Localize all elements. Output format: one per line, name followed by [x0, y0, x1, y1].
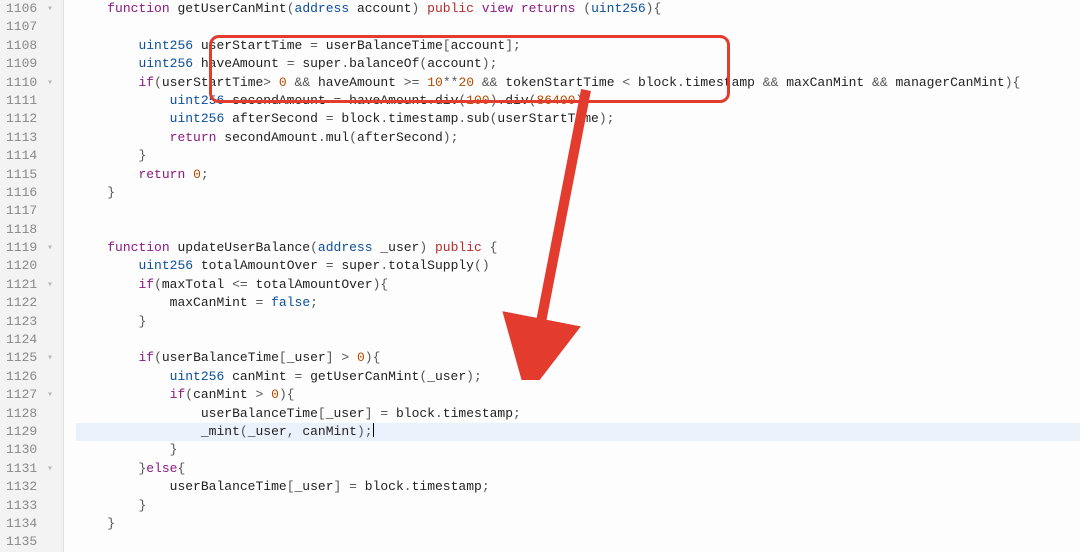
code-line[interactable]	[76, 221, 1080, 239]
line-number: 1107	[6, 18, 55, 36]
code-line[interactable]	[76, 331, 1080, 349]
line-number: 1110 ▾	[6, 74, 55, 92]
code-line[interactable]: }	[76, 515, 1080, 533]
line-number: 1135	[6, 533, 55, 551]
line-number: 1130	[6, 441, 55, 459]
fold-chevron-icon[interactable]: ▾	[45, 240, 55, 258]
line-number: 1120	[6, 257, 55, 275]
line-number: 1128	[6, 405, 55, 423]
code-line[interactable]: _mint(_user, canMint);	[76, 423, 1080, 441]
code-line[interactable]: userBalanceTime[_user] = block.timestamp…	[76, 478, 1080, 496]
line-number: 1109	[6, 55, 55, 73]
code-area[interactable]: function getUserCanMint(address account)…	[64, 0, 1080, 552]
line-number: 1117	[6, 202, 55, 220]
code-line[interactable]: }	[76, 147, 1080, 165]
code-editor[interactable]: 1106 ▾1107 1108 1109 1110 ▾1111 1112 111…	[0, 0, 1080, 552]
code-line[interactable]	[76, 202, 1080, 220]
line-number: 1106 ▾	[6, 0, 55, 18]
code-line[interactable]	[76, 18, 1080, 36]
line-number: 1126	[6, 368, 55, 386]
line-number: 1118	[6, 221, 55, 239]
line-number: 1119 ▾	[6, 239, 55, 257]
code-line[interactable]: uint256 userStartTime = userBalanceTime[…	[76, 37, 1080, 55]
line-number: 1114	[6, 147, 55, 165]
code-line[interactable]	[76, 533, 1080, 551]
fold-chevron-icon[interactable]: ▾	[45, 75, 55, 93]
line-number: 1112	[6, 110, 55, 128]
code-line[interactable]: uint256 totalAmountOver = super.totalSup…	[76, 257, 1080, 275]
text-caret	[373, 423, 374, 437]
line-number: 1108	[6, 37, 55, 55]
line-number: 1124	[6, 331, 55, 349]
fold-chevron-icon[interactable]: ▾	[45, 277, 55, 295]
code-line[interactable]: if(userBalanceTime[_user] > 0){	[76, 349, 1080, 367]
code-line[interactable]: function getUserCanMint(address account)…	[76, 0, 1080, 18]
code-line[interactable]: if(maxTotal <= totalAmountOver){	[76, 276, 1080, 294]
code-line[interactable]: }	[76, 497, 1080, 515]
code-line[interactable]: uint256 canMint = getUserCanMint(_user);	[76, 368, 1080, 386]
code-line[interactable]: }else{	[76, 460, 1080, 478]
fold-chevron-icon[interactable]: ▾	[45, 350, 55, 368]
code-line[interactable]: uint256 secondAmount = haveAmount.div(10…	[76, 92, 1080, 110]
code-line[interactable]: function updateUserBalance(address _user…	[76, 239, 1080, 257]
code-line[interactable]: if(canMint > 0){	[76, 386, 1080, 404]
code-line[interactable]: uint256 haveAmount = super.balanceOf(acc…	[76, 55, 1080, 73]
code-line[interactable]: maxCanMint = false;	[76, 294, 1080, 312]
code-line[interactable]: return 0;	[76, 166, 1080, 184]
code-line[interactable]: }	[76, 313, 1080, 331]
line-number: 1115	[6, 166, 55, 184]
line-number: 1129	[6, 423, 55, 441]
line-number: 1127 ▾	[6, 386, 55, 404]
line-number-gutter: 1106 ▾1107 1108 1109 1110 ▾1111 1112 111…	[0, 0, 64, 552]
fold-chevron-icon[interactable]: ▾	[45, 1, 55, 19]
line-number: 1132	[6, 478, 55, 496]
line-number: 1131 ▾	[6, 460, 55, 478]
line-number: 1111	[6, 92, 55, 110]
line-number: 1123	[6, 313, 55, 331]
line-number: 1133	[6, 497, 55, 515]
line-number: 1134	[6, 515, 55, 533]
line-number: 1122	[6, 294, 55, 312]
line-number: 1125 ▾	[6, 349, 55, 367]
fold-chevron-icon[interactable]: ▾	[45, 387, 55, 405]
line-number: 1116	[6, 184, 55, 202]
line-number: 1121 ▾	[6, 276, 55, 294]
code-line[interactable]: userBalanceTime[_user] = block.timestamp…	[76, 405, 1080, 423]
code-line[interactable]: return secondAmount.mul(afterSecond);	[76, 129, 1080, 147]
code-line[interactable]: uint256 afterSecond = block.timestamp.su…	[76, 110, 1080, 128]
code-line[interactable]: if(userStartTime> 0 && haveAmount >= 10*…	[76, 74, 1080, 92]
fold-chevron-icon[interactable]: ▾	[45, 461, 55, 479]
code-line[interactable]: }	[76, 441, 1080, 459]
code-line[interactable]: }	[76, 184, 1080, 202]
line-number: 1113	[6, 129, 55, 147]
